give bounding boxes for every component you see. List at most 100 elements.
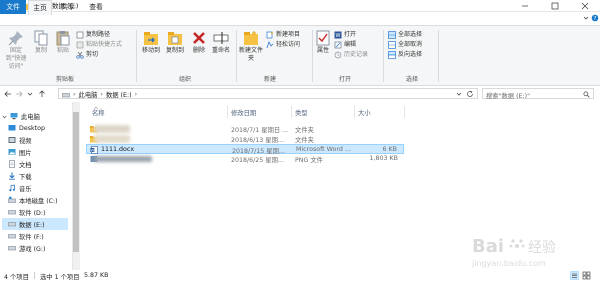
up-button[interactable] [38,90,46,98]
new-group-label: 新建 [263,76,276,83]
nav-item-this-pc[interactable]: 此电脑 [2,110,68,122]
system-drive-icon [8,196,16,203]
select-all-button[interactable]: 全部选择 [388,30,436,40]
cut-button[interactable]: 剪切 [76,50,134,60]
delete-button[interactable]: 删除 [189,30,209,55]
blurred-file-name [94,135,130,143]
large-icons-view-icon [582,271,591,280]
easy-access-button[interactable]: 轻松访问 [266,40,310,50]
move-to-label: 移动到 [141,47,160,54]
help-button[interactable]: ? [591,14,599,22]
column-divider[interactable] [404,106,405,118]
drive-icon [62,92,70,97]
large-icons-view-button[interactable] [582,271,591,280]
status-bar: 4 个项目 选中 1 个项目 5.87 KB [0,270,600,282]
properties-button[interactable]: 属性 [314,30,332,55]
baidu-logo: Bai 经验 jingyan.baidu.com [471,236,556,268]
address-bar[interactable]: › 此电脑 › 数据 (E:) › [58,88,478,99]
nav-item-drive-e[interactable]: 数据 (E:) [2,218,68,230]
copy-to-button[interactable]: 复制到 [164,30,186,55]
copy-label: 复制 [34,47,47,54]
breadcrumb-current[interactable]: 数据 (E:) [106,90,132,99]
copy-path-button[interactable]: 复制路径 [76,30,134,40]
pictures-icon [8,149,16,155]
invert-selection-button[interactable]: 反向选择 [388,50,436,60]
word-document-icon: W [90,145,98,154]
new-folder-icon [244,31,258,45]
open-group-label: 打开 [338,76,351,83]
column-header-type[interactable]: 类型 [295,108,308,117]
column-header-size[interactable]: 大小 [358,108,371,117]
minimize-button[interactable] [510,0,540,12]
arrow-right-icon [16,91,23,97]
chevron-down-icon[interactable] [455,90,463,98]
nav-item-label: 此电脑 [21,113,40,121]
nav-item-label: 本地磁盘 (C:) [19,197,58,205]
column-header-name[interactable]: 名称 [92,108,105,117]
nav-item-desktop[interactable]: Desktop [8,122,74,134]
back-button[interactable] [4,90,12,98]
nav-item-videos[interactable]: 视频 [8,134,74,146]
nav-item-pictures[interactable]: 图片 [8,146,74,158]
watermark-brand: Bai [472,236,504,257]
nav-item-music[interactable]: 音乐 [8,182,74,194]
nav-item-downloads[interactable]: 下载 [8,170,74,182]
tab-file[interactable]: 文件 [0,0,26,14]
edit-button[interactable]: 编辑 [334,40,378,50]
column-divider[interactable] [354,106,355,118]
nav-item-drive-g[interactable]: 游戏 (G:) [8,242,74,254]
refresh-icon[interactable] [466,90,474,98]
nav-item-drive-c[interactable]: 本地磁盘 (C:) [8,194,74,206]
copy-to-icon [168,32,182,45]
file-size: 6 KB [382,146,397,153]
new-item-button[interactable]: 新建项目 [266,30,310,40]
new-folder-button[interactable]: 新建文件夹 [239,30,263,63]
details-view-button[interactable] [570,271,579,280]
watermark-brand-2: 经验 [528,240,556,256]
file-row[interactable]: 2018/6/13 星期... 文件夹 [86,134,404,144]
breadcrumb-separator: › [73,91,76,98]
expand-ribbon-button[interactable] [582,14,590,22]
scissors-icon [76,51,84,59]
column-divider[interactable] [291,106,292,118]
column-divider[interactable] [227,106,228,118]
nav-item-documents[interactable]: 文档 [8,158,74,170]
minimize-icon [522,5,528,7]
breadcrumb-separator: › [100,91,103,98]
nav-item-label: 游戏 (G:) [19,245,46,253]
move-to-button[interactable]: 移动到 [140,30,162,55]
nav-scrollbar-thumb[interactable] [73,112,79,252]
paste-button[interactable]: 粘贴 [53,30,73,55]
rename-label: 重命名 [211,47,230,54]
copy-button[interactable]: 复制 [31,30,51,55]
svg-text:?: ? [594,16,597,22]
open-small-buttons: W 打开 编辑 历史记录 [334,30,378,60]
file-row-selected[interactable]: W 1111.docx 2018/7/15 星期... Microsoft Wo… [86,144,404,155]
search-placeholder: 搜索"数据 (E:)" [486,92,530,100]
new-small-buttons: 新建项目 轻松访问 [266,30,310,50]
nav-item-drive-d[interactable]: 软件 (D:) [8,206,74,218]
tab-home[interactable]: 主页 [28,0,52,15]
close-button[interactable] [570,0,600,12]
nav-item-label: 音乐 [19,185,32,193]
maximize-button[interactable] [540,0,570,12]
rename-button[interactable]: 重命名 [210,30,232,55]
arrow-left-icon [4,91,11,97]
nav-item-drive-f[interactable]: 软件 (F:) [8,230,74,242]
paste-shortcut-button[interactable]: 粘贴快捷方式 [76,40,134,50]
pin-quick-access-button[interactable]: 固定到"快速访问" [3,30,29,71]
file-row[interactable]: 2018/6/25 星期... PNG 文件 1,803 KB [86,154,404,164]
tab-share[interactable]: 共享 [56,0,80,14]
history-button[interactable]: 历史记录 [334,50,378,60]
select-none-button[interactable]: 全部取消 [388,40,436,50]
rename-icon [213,32,229,44]
column-header-date[interactable]: 修改日期 [231,108,256,117]
breadcrumb-root[interactable]: 此电脑 [79,90,98,99]
tab-view[interactable]: 查看 [84,0,108,14]
recent-locations-button[interactable] [26,90,34,98]
file-row[interactable]: 2018/7/1 星期日 ... 文件夹 [86,124,404,134]
open-button[interactable]: W 打开 [334,30,378,40]
group-divider [236,30,237,82]
forward-button[interactable] [15,90,23,98]
search-input[interactable]: 搜索"数据 (E:)" [482,88,594,100]
